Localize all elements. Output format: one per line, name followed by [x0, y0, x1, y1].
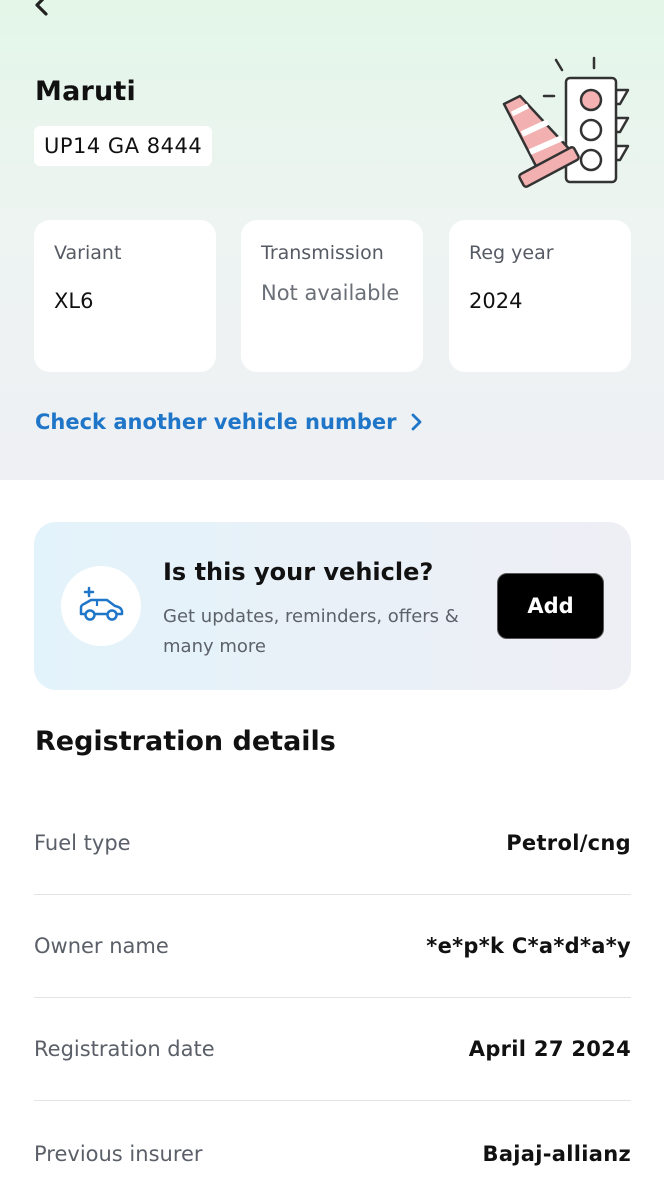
check-another-vehicle-link[interactable]: Check another vehicle number: [35, 410, 424, 434]
registration-date-value: April 27 2024: [468, 1037, 631, 1061]
fuel-type-row: Fuel type Petrol/cng: [34, 792, 631, 895]
car-icon: [79, 586, 124, 621]
transmission-value: Not available: [261, 281, 400, 305]
previous-insurer-label: Previous insurer: [34, 1141, 203, 1166]
number-plate: UP14 GA 8444: [34, 126, 213, 166]
car-icon-wrapper: [61, 566, 141, 646]
vehicle-brand: Maruti: [35, 76, 136, 107]
variant-card: Variant XL6: [34, 220, 216, 372]
back-button[interactable]: [26, 0, 66, 24]
fuel-type-value: Petrol/cng: [506, 831, 631, 855]
chevron-right-icon: [412, 413, 422, 431]
add-vehicle-banner: Is this your vehicle? Get updates, remin…: [34, 522, 631, 690]
registration-date-label: Registration date: [34, 1037, 215, 1061]
chevron-left-icon: [35, 0, 48, 16]
banner-subtitle: Get updates, reminders, offers & many mo…: [163, 606, 459, 657]
vehicle-header: Maruti UP14 GA 8444 Variant XL6 Transmis…: [0, 0, 664, 480]
banner-title: Is this your vehicle?: [163, 558, 434, 586]
reg-year-value: 2024: [469, 289, 523, 313]
reg-year-label: Reg year: [469, 242, 554, 264]
transmission-card: Transmission Not available: [241, 220, 423, 372]
variant-label: Variant: [54, 242, 122, 264]
previous-insurer-value: Bajaj-allianz: [482, 1141, 631, 1166]
reg-year-card: Reg year 2024: [449, 220, 631, 372]
fuel-type-label: Fuel type: [34, 831, 131, 855]
registration-details-title: Registration details: [35, 726, 336, 757]
owner-name-value: *e*p*k C*a*d*a*y: [426, 934, 631, 958]
variant-value: XL6: [54, 289, 94, 313]
previous-insurer-row: Previous insurer Bajaj-allianz: [34, 1102, 631, 1200]
registration-date-row: Registration date April 27 2024: [34, 998, 631, 1101]
traffic-light-cone-icon: [502, 56, 630, 188]
add-vehicle-button[interactable]: Add: [497, 573, 604, 639]
check-another-vehicle-label: Check another vehicle number: [35, 410, 397, 434]
owner-name-row: Owner name *e*p*k C*a*d*a*y: [34, 895, 631, 998]
owner-name-label: Owner name: [34, 934, 169, 958]
transmission-label: Transmission: [261, 242, 384, 264]
